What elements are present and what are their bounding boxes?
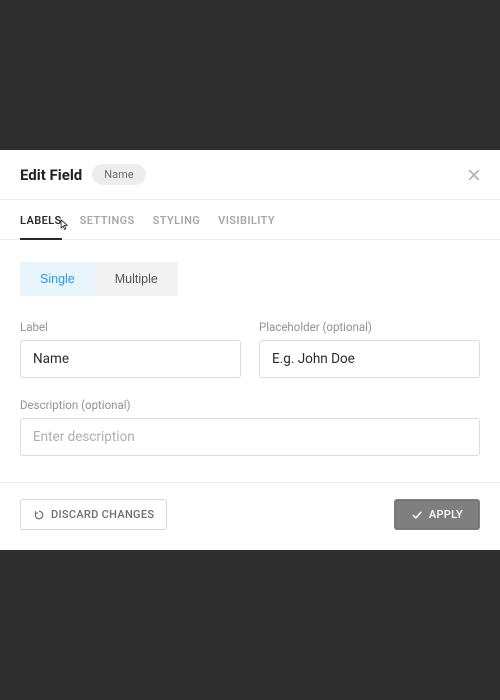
field-label-group: Label	[20, 320, 241, 378]
field-caption: Label	[20, 320, 241, 334]
edit-field-modal: Edit Field Name LABELS SETTINGS STYLING …	[0, 150, 500, 550]
check-icon	[411, 509, 423, 521]
tab-styling[interactable]: STYLING	[153, 200, 201, 239]
tab-label: LABELS	[20, 214, 62, 227]
label-mode-segmented: Single Multiple	[20, 262, 178, 296]
field-name-pill: Name	[92, 164, 145, 185]
tab-visibility[interactable]: VISIBILITY	[218, 200, 275, 239]
placeholder-input[interactable]	[259, 340, 480, 378]
undo-icon	[33, 509, 45, 521]
field-description-group: Description (optional)	[20, 398, 480, 456]
tabs: LABELS SETTINGS STYLING VISIBILITY	[0, 199, 500, 240]
button-label: DISCARD CHANGES	[51, 508, 154, 521]
apply-button[interactable]: APPLY	[394, 499, 480, 530]
segment-single[interactable]: Single	[20, 262, 95, 296]
close-button[interactable]	[464, 165, 484, 185]
modal-footer: DISCARD CHANGES APPLY	[0, 482, 500, 550]
modal-title: Edit Field	[20, 166, 82, 184]
field-row: Label Placeholder (optional)	[20, 320, 480, 378]
field-caption: Description (optional)	[20, 398, 480, 412]
segment-multiple[interactable]: Multiple	[95, 262, 178, 296]
tab-settings[interactable]: SETTINGS	[80, 200, 135, 239]
close-icon	[467, 168, 481, 182]
button-label: APPLY	[429, 508, 463, 521]
tab-label: VISIBILITY	[218, 214, 275, 227]
tab-labels[interactable]: LABELS	[20, 200, 62, 239]
label-input[interactable]	[20, 340, 241, 378]
modal-header: Edit Field Name	[0, 150, 500, 199]
field-placeholder-group: Placeholder (optional)	[259, 320, 480, 378]
field-caption: Placeholder (optional)	[259, 320, 480, 334]
description-input[interactable]	[20, 418, 480, 456]
modal-body: Single Multiple Label Placeholder (optio…	[0, 240, 500, 482]
tab-label: SETTINGS	[80, 214, 135, 227]
tab-label: STYLING	[153, 214, 201, 227]
discard-changes-button[interactable]: DISCARD CHANGES	[20, 499, 167, 530]
